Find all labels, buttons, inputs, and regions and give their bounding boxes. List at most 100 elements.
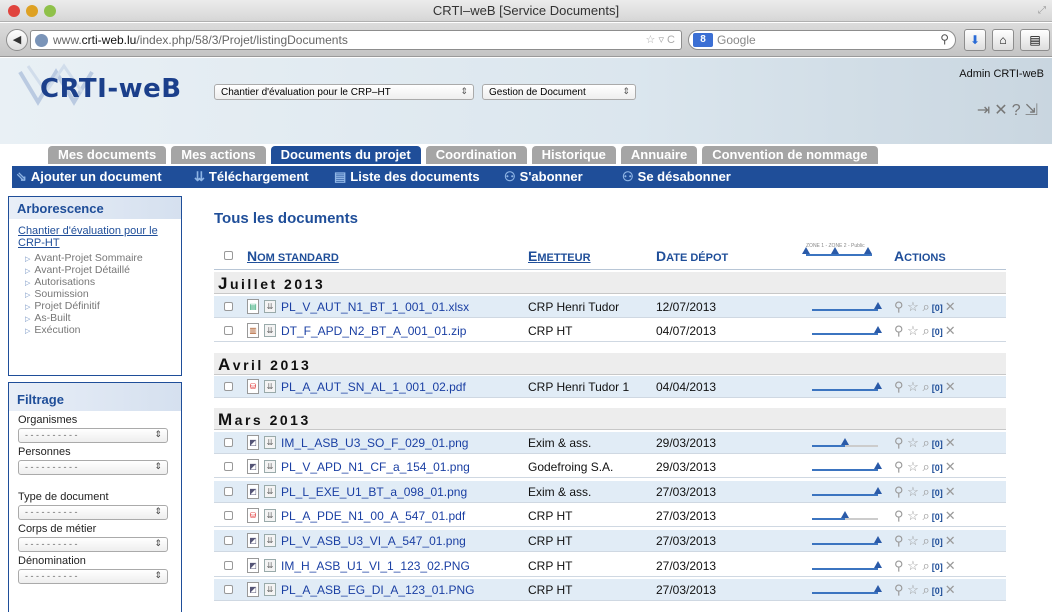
preview-icon[interactable]: ⚲ [894, 299, 904, 314]
version-count[interactable]: [0] [932, 537, 943, 547]
unsubscribe-button[interactable]: ⚇ Se désabonner [622, 169, 731, 185]
document-row[interactable]: ⛁ ⇊ PL_A_AUT_SN_AL_1_001_02.pdf CRP Henri T… [214, 376, 1006, 398]
download-button[interactable]: ⇊ Téléchargement [194, 169, 309, 185]
comment-icon[interactable]: ⌕ [922, 379, 929, 394]
add-document-button[interactable]: ⇘ Ajouter un document [16, 169, 162, 185]
document-row[interactable]: ◩ ⇊ IM_H_ASB_U1_VI_1_123_02.PNG CRP HT 27/03… [214, 555, 1006, 577]
favorite-icon[interactable]: ☆ [907, 558, 919, 573]
bookmark-star-icon[interactable]: ☆ [646, 34, 656, 46]
preview-icon[interactable]: ⚲ [894, 582, 904, 597]
logout-icon[interactable]: ⇥ [977, 102, 994, 119]
comment-icon[interactable]: ⌕ [922, 558, 929, 573]
version-count[interactable]: [0] [932, 488, 943, 498]
close-window-button[interactable] [8, 5, 20, 17]
download-file-icon[interactable]: ⇊ [264, 583, 276, 596]
project-select[interactable]: Chantier d'évaluation pour le CRP–HT ⇕ [214, 84, 474, 100]
favorite-icon[interactable]: ☆ [907, 379, 919, 394]
favorite-icon[interactable]: ☆ [907, 299, 919, 314]
settings-icon[interactable]: ✕ [994, 102, 1011, 119]
favorite-icon[interactable]: ☆ [907, 508, 919, 523]
version-count[interactable]: [0] [932, 383, 943, 393]
favorite-icon[interactable]: ☆ [907, 323, 919, 338]
exit-icon[interactable]: ⇲ [1025, 102, 1042, 119]
document-row[interactable]: ◩ ⇊ PL_V_ASB_U3_VI_A_547_01.png CRP HT 27/03… [214, 530, 1006, 552]
comment-icon[interactable]: ⌕ [922, 299, 929, 314]
row-checkbox[interactable] [224, 561, 233, 570]
zoom-window-button[interactable] [44, 5, 56, 17]
delete-icon[interactable]: ✕ [945, 459, 956, 474]
tree-item-execution[interactable]: Exécution [25, 325, 171, 337]
preview-icon[interactable]: ⚲ [894, 435, 904, 450]
preview-icon[interactable]: ⚲ [894, 558, 904, 573]
document-name-link[interactable]: DT_F_APD_N2_BT_A_001_01.zip [281, 324, 466, 338]
preview-icon[interactable]: ⚲ [894, 323, 904, 338]
fullscreen-icon[interactable]: ⤢ [1038, 5, 1046, 16]
download-file-icon[interactable]: ⇊ [264, 436, 276, 449]
comment-icon[interactable]: ⌕ [922, 323, 929, 338]
project-link[interactable]: Chantier d'évaluation pour le CRP-HT [9, 219, 181, 251]
document-row[interactable]: ▥ ⇊ DT_F_APD_N2_BT_A_001_01.zip CRP HT 04/07… [214, 320, 1006, 342]
comment-icon[interactable]: ⌕ [922, 508, 929, 523]
col-header-name[interactable]: NOM STANDARD [247, 248, 339, 264]
row-checkbox[interactable] [224, 462, 233, 471]
favorite-icon[interactable]: ☆ [907, 582, 919, 597]
comment-icon[interactable]: ⌕ [922, 533, 929, 548]
delete-icon[interactable]: ✕ [945, 558, 956, 573]
row-checkbox[interactable] [224, 326, 233, 335]
comment-icon[interactable]: ⌕ [922, 484, 929, 499]
tab-documents-du-projet[interactable]: Documents du projet [270, 146, 421, 164]
document-name-link[interactable]: IM_H_ASB_U1_VI_1_123_02.PNG [281, 559, 470, 573]
delete-icon[interactable]: ✕ [945, 508, 956, 523]
filter-select-corps-de-metier[interactable]: - - - - - - - - - - ⇕ [18, 537, 168, 552]
tab-mes-actions[interactable]: Mes actions [171, 146, 266, 164]
download-file-icon[interactable]: ⇊ [264, 324, 276, 337]
row-checkbox[interactable] [224, 302, 233, 311]
document-name-link[interactable]: PL_V_ASB_U3_VI_A_547_01.png [281, 534, 466, 548]
document-row[interactable]: ⛁ ⇊ PL_A_PDE_N1_00_A_547_01.pdf CRP HT 27/03… [214, 505, 1006, 527]
select-all-checkbox[interactable] [224, 251, 233, 260]
preview-icon[interactable]: ⚲ [894, 484, 904, 499]
preview-icon[interactable]: ⚲ [894, 459, 904, 474]
document-row[interactable]: ◩ ⇊ PL_A_ASB_EG_DI_A_123_01.PNG CRP HT 27/03… [214, 579, 1006, 601]
delete-icon[interactable]: ✕ [945, 435, 956, 450]
comment-icon[interactable]: ⌕ [922, 582, 929, 597]
document-row[interactable]: ◩ ⇊ PL_V_APD_N1_CF_a_154_01.png Godefroing … [214, 456, 1006, 478]
version-count[interactable]: [0] [932, 562, 943, 572]
filter-select-organismes[interactable]: - - - - - - - - - - ⇕ [18, 428, 168, 443]
search-icon[interactable]: ⚲ [940, 32, 949, 46]
delete-icon[interactable]: ✕ [945, 379, 956, 394]
reload-icon[interactable]: C [667, 34, 675, 46]
download-file-icon[interactable]: ⇊ [264, 509, 276, 522]
preview-icon[interactable]: ⚲ [894, 533, 904, 548]
delete-icon[interactable]: ✕ [945, 299, 956, 314]
preview-icon[interactable]: ⚲ [894, 379, 904, 394]
row-checkbox[interactable] [224, 511, 233, 520]
document-name-link[interactable]: PL_L_EXE_U1_BT_a_098_01.png [281, 485, 467, 499]
filter-select-personnes[interactable]: - - - - - - - - - - ⇕ [18, 460, 168, 475]
row-checkbox[interactable] [224, 536, 233, 545]
col-header-date[interactable]: DATE DÉPOT [656, 248, 728, 264]
tab-annuaire[interactable]: Annuaire [620, 146, 698, 164]
user-name[interactable]: Admin CRTI-weB [959, 68, 1044, 80]
menu-icon[interactable]: ▤ [1020, 29, 1050, 51]
module-select[interactable]: Gestion de Document ⇕ [482, 84, 636, 100]
delete-icon[interactable]: ✕ [945, 582, 956, 597]
download-icon[interactable]: ⬇ [964, 29, 986, 51]
row-checkbox[interactable] [224, 438, 233, 447]
filter-select-type-document[interactable]: - - - - - - - - - - ⇕ [18, 505, 168, 520]
minimize-window-button[interactable] [26, 5, 38, 17]
row-checkbox[interactable] [224, 487, 233, 496]
delete-icon[interactable]: ✕ [945, 484, 956, 499]
download-file-icon[interactable]: ⇊ [264, 300, 276, 313]
download-file-icon[interactable]: ⇊ [264, 559, 276, 572]
version-count[interactable]: [0] [932, 463, 943, 473]
back-button[interactable]: ◀ [6, 29, 28, 51]
help-icon[interactable]: ? [1012, 102, 1025, 119]
search-bar[interactable]: 8 Google ⚲ [688, 30, 956, 50]
download-file-icon[interactable]: ⇊ [264, 534, 276, 547]
tab-convention-de-nommage[interactable]: Convention de nommage [702, 146, 878, 164]
favorite-icon[interactable]: ☆ [907, 484, 919, 499]
url-bar[interactable]: www.crti-web.lu/index.php/58/3/Projet/li… [30, 30, 682, 50]
row-checkbox[interactable] [224, 382, 233, 391]
favorite-icon[interactable]: ☆ [907, 533, 919, 548]
